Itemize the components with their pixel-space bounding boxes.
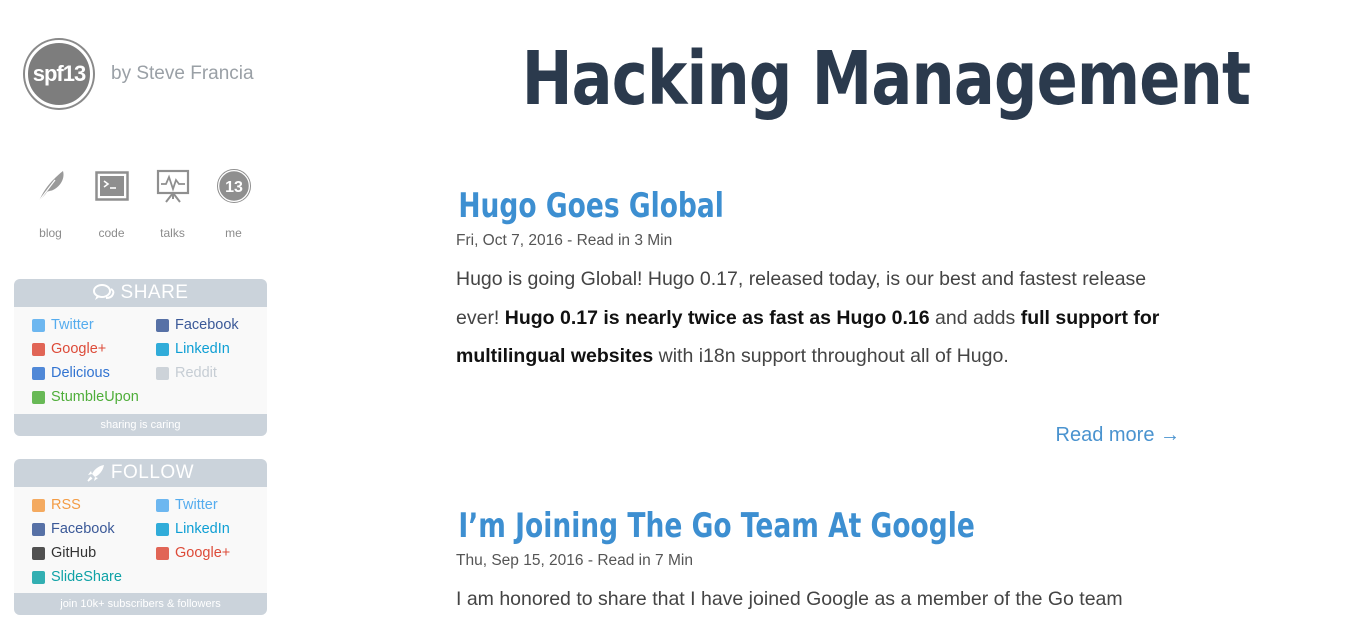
social-link-reddit[interactable]: Reddit [156, 363, 266, 383]
post-title-link[interactable]: I’m Joining The Go Team At Google [456, 506, 975, 546]
site-title[interactable]: Hacking Management [522, 36, 1251, 122]
reddit-icon [156, 366, 169, 380]
follow-panel-title: FOLLOW [110, 462, 195, 483]
nav-label: talks [160, 226, 185, 240]
nav-item-code[interactable]: code [81, 166, 142, 240]
github-icon [32, 546, 45, 560]
main-nav: blog code talks 13 me [20, 166, 264, 240]
share-panel: SHARE Twitter Facebook Google+ LinkedIn Deli… [14, 279, 267, 436]
share-panel-header: SHARE [14, 279, 267, 307]
social-link-delicious[interactable]: Delicious [32, 363, 156, 383]
sidebar: spf13 by Steve Francia blog code talks 1… [0, 0, 280, 635]
twitter-icon [32, 318, 45, 332]
social-link-label: Delicious [51, 365, 110, 381]
nav-item-me[interactable]: 13 me [203, 166, 264, 240]
google-icon [32, 342, 45, 356]
share-links: Twitter Facebook Google+ LinkedIn Delicious R… [14, 307, 267, 407]
follow-panel-header: FOLLOW [14, 459, 267, 487]
rss-icon [32, 498, 45, 512]
site-logo[interactable]: spf13 [25, 40, 93, 108]
social-link-label: GitHub [51, 545, 97, 561]
feather-icon [31, 166, 71, 206]
social-link-google[interactable]: Google+ [156, 543, 266, 563]
terminal-icon [92, 166, 132, 206]
social-link-rss[interactable]: RSS [32, 495, 156, 515]
nav-item-blog[interactable]: blog [20, 166, 81, 240]
excerpt-text: I am honored to share that I have joined… [456, 588, 1123, 610]
nav-label: blog [39, 226, 62, 240]
stumbleupon-icon [32, 390, 45, 404]
social-link-linkedin[interactable]: LinkedIn [156, 339, 266, 359]
nav-item-talks[interactable]: talks [142, 166, 203, 240]
social-link-label: LinkedIn [175, 521, 230, 537]
social-link-label: Google+ [175, 545, 231, 561]
social-link-label: StumbleUpon [51, 389, 139, 405]
share-panel-footer: sharing is caring [14, 414, 267, 436]
twitter-icon [156, 498, 169, 512]
nav-label: me [225, 226, 242, 240]
brand: spf13 by Steve Francia [25, 40, 254, 108]
spf13-badge-icon: 13 [214, 166, 254, 206]
post-excerpt: I am honored to share that I have joined… [456, 580, 1180, 619]
social-link-label: Facebook [51, 521, 115, 537]
rocket-icon [87, 465, 104, 482]
social-link-label: RSS [51, 497, 81, 513]
social-link-facebook[interactable]: Facebook [32, 519, 156, 539]
facebook-icon [32, 522, 45, 536]
post-card: I’m Joining The Go Team At Google Thu, S… [456, 506, 1186, 619]
linkedin-icon [156, 342, 169, 356]
post-title-link[interactable]: Hugo Goes Global [456, 186, 724, 226]
social-link-stumbleupon[interactable]: StumbleUpon [32, 387, 156, 407]
share-panel-title: SHARE [120, 282, 189, 303]
social-link-label: Google+ [51, 341, 107, 357]
social-link-label: Reddit [175, 365, 217, 381]
social-link-twitter[interactable]: Twitter [156, 495, 266, 515]
social-link-label: Twitter [51, 317, 94, 333]
author-byline: by Steve Francia [111, 63, 254, 84]
excerpt-text: and adds [929, 306, 1021, 329]
nav-label: code [98, 226, 125, 240]
excerpt-text: with i18n support throughout all of Hugo… [653, 345, 1009, 367]
google-icon [156, 546, 169, 560]
social-link-facebook[interactable]: Facebook [156, 315, 266, 335]
post-meta: Fri, Oct 7, 2016 - Read in 3 Min [456, 232, 673, 249]
post-excerpt: Hugo is going Global! Hugo 0.17, release… [456, 260, 1180, 376]
delicious-icon [32, 366, 45, 380]
facebook-icon [156, 318, 169, 332]
social-link-label: Facebook [175, 317, 239, 333]
social-link-linkedin[interactable]: LinkedIn [156, 519, 266, 539]
svg-text:13: 13 [225, 179, 243, 196]
excerpt-emphasis: Hugo 0.17 is nearly twice as fast as Hug… [504, 306, 930, 329]
follow-panel-footer: join 10k+ subscribers & followers [14, 593, 267, 615]
slideshare-icon [32, 570, 45, 584]
follow-links: RSS Twitter Facebook LinkedIn GitHub Google+ S… [14, 487, 267, 587]
post-meta: Thu, Sep 15, 2016 - Read in 7 Min [456, 552, 693, 569]
social-link-label: LinkedIn [175, 341, 230, 357]
social-link-slideshare[interactable]: SlideShare [32, 567, 156, 587]
post-card: Hugo Goes Global Fri, Oct 7, 2016 - Read… [456, 186, 1186, 376]
social-link-label: Twitter [175, 497, 218, 513]
linkedin-icon [156, 522, 169, 536]
social-link-label: SlideShare [51, 569, 122, 585]
follow-panel: FOLLOW RSS Twitter Facebook LinkedIn GitHub G… [14, 459, 267, 615]
presentation-icon [153, 166, 193, 206]
social-link-google[interactable]: Google+ [32, 339, 156, 359]
social-link-github[interactable]: GitHub [32, 543, 156, 563]
read-more-link[interactable]: Read more → [1056, 424, 1181, 447]
chat-bubbles-icon [92, 284, 114, 300]
social-link-twitter[interactable]: Twitter [32, 315, 156, 335]
